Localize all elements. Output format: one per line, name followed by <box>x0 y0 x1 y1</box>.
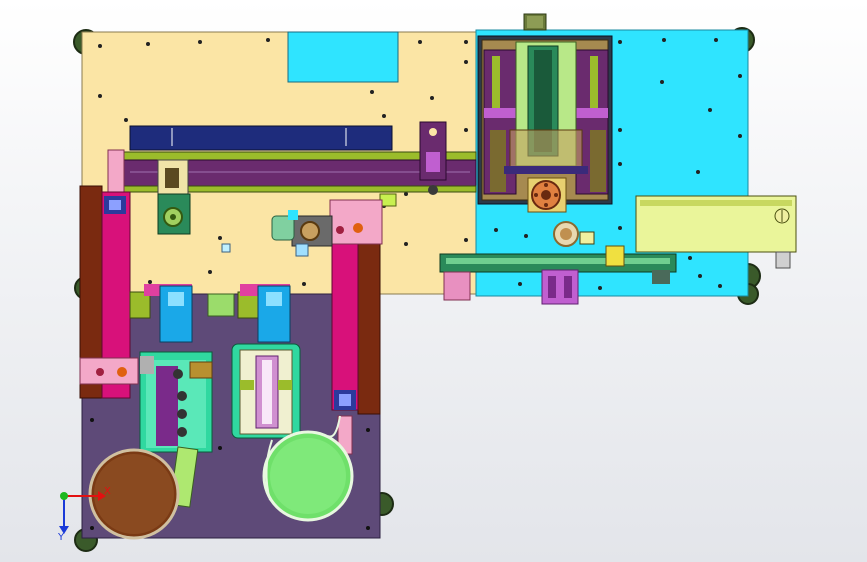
rail-carriage <box>157 159 191 235</box>
navy-bar <box>129 125 393 151</box>
center-module <box>231 343 301 439</box>
top-cyan-box <box>287 31 399 83</box>
x-axis-label: X <box>104 486 111 497</box>
y-axis-label: Y <box>58 532 65 543</box>
cad-viewport[interactable]: X Y <box>0 0 867 562</box>
top-connector <box>523 13 547 31</box>
feeder-assembly <box>477 35 613 213</box>
